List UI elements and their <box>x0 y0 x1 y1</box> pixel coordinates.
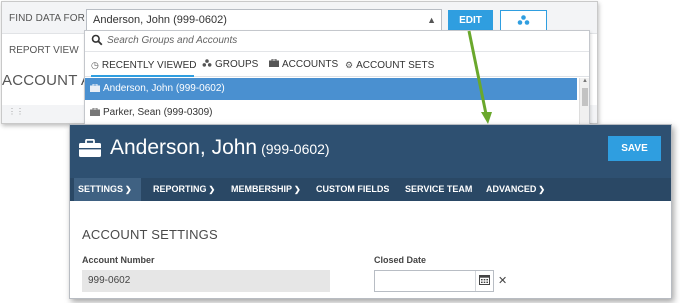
tab-recently-viewed[interactable]: ◷ RECENTLY VIEWED <box>91 53 197 77</box>
nav-custom-fields[interactable]: CUSTOM FIELDS <box>312 178 393 201</box>
nav-label: MEMBERSHIP <box>231 184 293 194</box>
account-number-label: Account Number <box>82 255 155 265</box>
account-number-field: 999-0602 <box>82 270 330 292</box>
tab-label: RECENTLY VIEWED <box>101 60 197 71</box>
nav-reporting[interactable]: REPORTING ❯ <box>149 178 219 201</box>
briefcase-icon <box>79 139 101 157</box>
chevron-up-icon[interactable]: ▲ <box>427 10 436 30</box>
clear-date-icon[interactable]: ✕ <box>498 274 507 287</box>
search-row[interactable]: Search Groups and Accounts <box>85 31 589 52</box>
nav-label: SETTINGS <box>78 184 124 194</box>
nav-service-team[interactable]: SERVICE TEAM <box>401 178 476 201</box>
clock-icon: ◷ <box>91 60 99 70</box>
chevron-down-icon: ❯ <box>208 185 216 194</box>
search-icon <box>91 34 103 46</box>
search-input[interactable]: Search Groups and Accounts <box>107 35 237 46</box>
tab-groups[interactable]: GROUPS <box>202 53 258 77</box>
chevron-down-icon: ❯ <box>538 185 546 194</box>
tab-label: ACCOUNTS <box>282 59 339 70</box>
tab-label: GROUPS <box>215 59 259 70</box>
account-header: Anderson, John (999-0602) SAVE <box>70 125 671 178</box>
nav-settings[interactable]: SETTINGS ❯ <box>74 178 141 201</box>
group-view-button[interactable] <box>500 10 547 31</box>
dropdown-tabs: ◷ RECENTLY VIEWED GROUPS ACCOUNTS ⚙ ACCOUN… <box>85 53 589 77</box>
account-number-title: (999-0602) <box>261 141 330 157</box>
nav-label: REPORTING <box>153 184 207 194</box>
report-view-label: REPORT VIEW <box>9 45 79 56</box>
briefcase-icon <box>269 59 279 67</box>
account-name: Anderson, John <box>110 136 258 159</box>
tab-account-sets[interactable]: ⚙ ACCOUNT SETS <box>345 53 434 77</box>
save-button[interactable]: SAVE <box>608 136 661 161</box>
list-item-label: Parker, Sean (999-0309) <box>103 107 213 118</box>
nav-label: CUSTOM FIELDS <box>316 184 390 194</box>
tab-accounts[interactable]: ACCOUNTS <box>269 53 338 77</box>
find-data-value: Anderson, John (999-0602) <box>93 14 227 26</box>
nav-advanced[interactable]: ADVANCED ❯ <box>482 178 549 201</box>
account-search-dropdown: Search Groups and Accounts ◷ RECENTLY VIE… <box>84 30 590 126</box>
briefcase-icon <box>90 84 100 93</box>
list-item-label: Anderson, John (999-0602) <box>103 83 225 94</box>
dropdown-scrollbar[interactable]: ▲ <box>579 78 589 125</box>
list-item[interactable]: Anderson, John (999-0602) <box>85 78 577 100</box>
account-details-window: Anderson, John (999-0602) SAVE SETTINGS ❯ … <box>69 124 672 299</box>
gears-icon: ⚙ <box>345 60 354 70</box>
closed-date-label: Closed Date <box>374 255 427 265</box>
edit-button[interactable]: EDIT <box>448 10 493 31</box>
chevron-down-icon: ❯ <box>125 185 132 194</box>
drag-handle-icon[interactable]: ⋮⋮ <box>8 107 24 116</box>
section-title: ACCOUNT SETTINGS <box>82 227 218 242</box>
chevron-down-icon: ❯ <box>294 185 301 194</box>
group-icon <box>517 15 530 25</box>
scroll-up-icon[interactable]: ▲ <box>582 78 588 84</box>
calendar-button[interactable] <box>475 271 493 291</box>
tab-label: ACCOUNT SETS <box>356 60 435 71</box>
nav-label: SERVICE TEAM <box>405 184 473 194</box>
account-nav: SETTINGS ❯ REPORTING ❯ MEMBERSHIP ❯ CUSTOM … <box>70 178 671 201</box>
calendar-icon <box>479 275 490 285</box>
find-data-label: FIND DATA FOR <box>9 13 85 24</box>
list-item[interactable]: Parker, Sean (999-0309) <box>85 102 577 124</box>
briefcase-icon <box>90 108 100 117</box>
nav-membership[interactable]: MEMBERSHIP ❯ <box>227 178 305 201</box>
scrollbar-thumb[interactable] <box>582 88 588 106</box>
find-data-select[interactable]: Anderson, John (999-0602) ▲ <box>86 9 442 31</box>
nav-label: ADVANCED <box>486 184 537 194</box>
account-title: Anderson, John (999-0602) <box>110 136 330 160</box>
group-icon <box>202 59 212 67</box>
